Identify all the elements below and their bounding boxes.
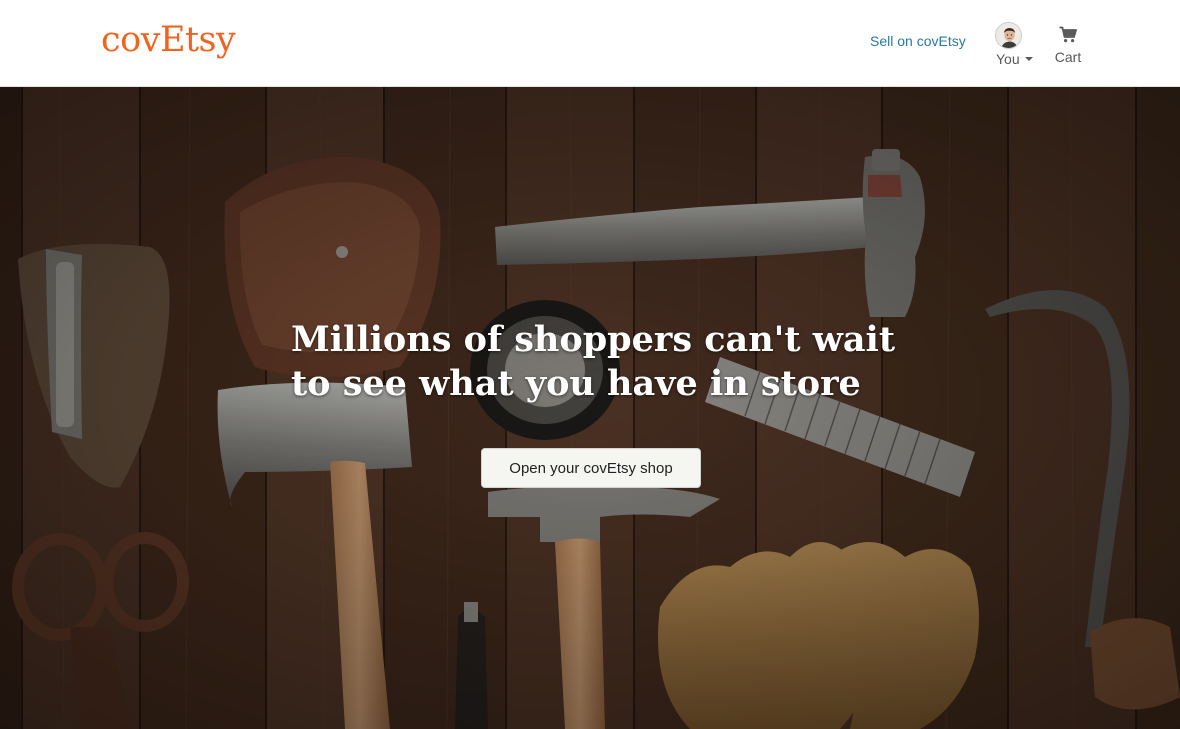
cart-button[interactable]: Cart <box>1050 26 1086 68</box>
caret-down-icon <box>1025 57 1033 61</box>
hero-banner: Millions of shoppers can't wait to see w… <box>0 87 1180 729</box>
logo[interactable]: covEtsy <box>101 17 236 63</box>
avatar-image <box>996 23 1021 48</box>
user-avatar <box>995 22 1022 49</box>
cart-label: Cart <box>1054 49 1082 65</box>
user-menu[interactable]: You <box>992 22 1036 68</box>
cart-icon <box>1059 26 1077 43</box>
hero-background-image <box>0 87 1180 729</box>
site-header: covEtsy Sell on covEtsy You Cart <box>0 0 1180 87</box>
user-menu-label: You <box>996 51 1020 67</box>
hero-title: Millions of shoppers can't wait to see w… <box>291 319 896 404</box>
sell-on-link[interactable]: Sell on covEtsy <box>870 32 966 50</box>
open-shop-button[interactable]: Open your covEtsy shop <box>481 448 701 488</box>
